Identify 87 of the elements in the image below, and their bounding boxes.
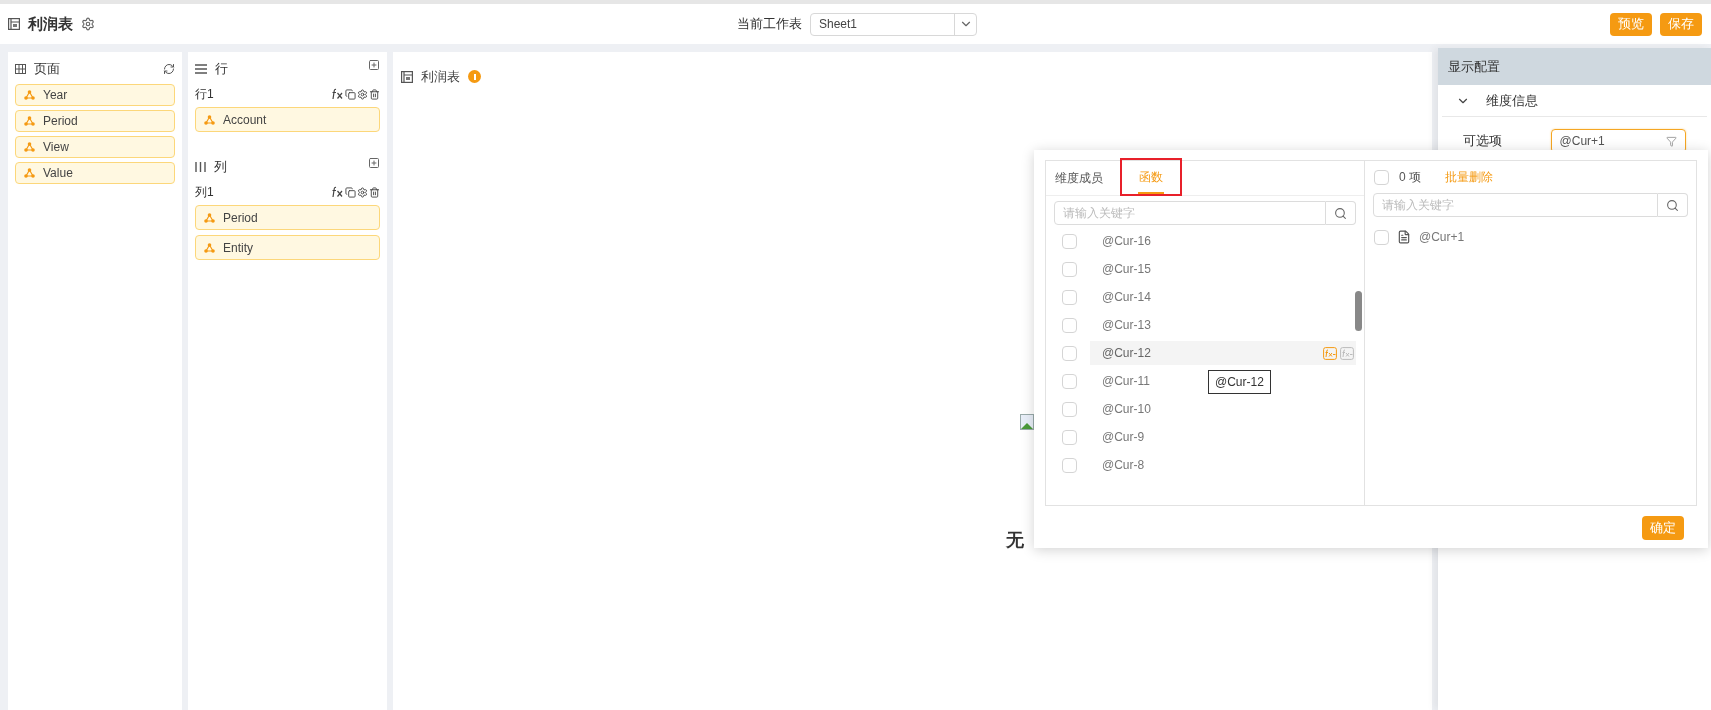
list-icon <box>195 64 207 74</box>
search-button[interactable] <box>1326 201 1356 225</box>
document-icon <box>1397 230 1411 244</box>
section-header[interactable]: 维度信息 <box>1442 85 1707 117</box>
dimension-chip[interactable]: Period <box>195 205 380 230</box>
search-button[interactable] <box>1658 193 1688 217</box>
panel-title: 页面 <box>34 60 60 79</box>
hierarchy-icon <box>204 114 215 125</box>
selected-count: 0 项 <box>1399 169 1421 186</box>
checkbox[interactable] <box>1062 373 1077 389</box>
member-label[interactable]: @Cur-15 <box>1102 260 1151 278</box>
selected-item[interactable]: @Cur+1 <box>1419 228 1465 246</box>
dimension-chip[interactable]: Period <box>15 110 175 132</box>
add-icon[interactable] <box>368 59 380 71</box>
report-heading: 利润表 <box>421 68 460 86</box>
member-label[interactable]: @Cur-16 <box>1102 232 1151 250</box>
refresh-icon[interactable] <box>163 63 175 75</box>
copy-icon[interactable] <box>345 88 356 100</box>
checkbox[interactable] <box>1374 169 1389 185</box>
dimension-chip[interactable]: Value <box>15 162 175 184</box>
chip-label: Year <box>43 87 68 104</box>
settings-icon[interactable] <box>81 17 95 31</box>
picker-tab[interactable]: 维度成员 <box>1054 169 1104 195</box>
chip-label: Account <box>223 111 267 129</box>
sheet-select[interactable]: Sheet1 <box>810 12 977 36</box>
message-text: 无 <box>1006 528 1025 552</box>
copy-icon[interactable] <box>345 186 356 198</box>
dimension-chip[interactable]: Entity <box>195 235 380 260</box>
dimension-chip[interactable]: Year <box>15 84 175 106</box>
member-label[interactable]: @Cur-11 <box>1102 372 1150 390</box>
chip-label: Value <box>43 165 73 182</box>
function-icon[interactable] <box>331 88 344 100</box>
checkbox[interactable] <box>1062 429 1077 445</box>
field-label: 可选项 <box>1463 132 1503 151</box>
report-icon <box>401 70 413 83</box>
grid-icon <box>15 64 26 74</box>
dimension-chip[interactable]: Account <box>195 107 380 132</box>
broken-image-icon <box>1020 413 1034 430</box>
member-label[interactable]: @Cur-13 <box>1102 316 1151 334</box>
checkbox[interactable] <box>1062 317 1077 333</box>
checkbox[interactable] <box>1062 261 1077 277</box>
columns-icon <box>195 162 206 172</box>
sheet-label: 当前工作表 <box>737 15 802 34</box>
section-title: 行 <box>215 60 228 79</box>
hierarchy-icon <box>204 242 215 253</box>
hierarchy-icon <box>24 142 35 152</box>
chip-label: Period <box>223 209 258 227</box>
checkbox[interactable] <box>1062 401 1077 417</box>
member-label[interactable]: @Cur-8 <box>1102 456 1145 474</box>
group-label: 列1 <box>195 184 214 201</box>
search-icon[interactable] <box>1334 206 1347 220</box>
section-title: 列 <box>214 158 227 177</box>
search-field[interactable]: 请输入关键字 <box>1054 201 1326 225</box>
checkbox[interactable] <box>1062 233 1077 249</box>
checkbox[interactable] <box>1374 229 1389 245</box>
config-title: 显示配置 <box>1448 57 1500 76</box>
settings-icon[interactable] <box>357 186 368 198</box>
delete-icon[interactable] <box>369 186 380 198</box>
info-icon[interactable] <box>468 70 481 84</box>
filter-icon[interactable] <box>1666 135 1677 147</box>
chip-label: View <box>43 139 69 156</box>
scrollbar-thumb[interactable] <box>1355 291 1362 331</box>
search-icon[interactable] <box>1666 198 1679 212</box>
member-label[interactable]: @Cur-9 <box>1102 428 1145 446</box>
member-label[interactable]: @Cur-12 <box>1102 344 1151 362</box>
hierarchy-icon <box>24 116 35 126</box>
tooltip: @Cur-12 <box>1208 370 1271 394</box>
add-function-icon[interactable] <box>1323 346 1337 360</box>
chip-label: Entity <box>223 239 253 257</box>
checkbox[interactable] <box>1062 289 1077 305</box>
delete-icon[interactable] <box>369 88 380 100</box>
report-icon <box>8 18 20 30</box>
group-label: 行1 <box>195 86 214 103</box>
member-label[interactable]: @Cur-10 <box>1102 400 1151 418</box>
function-icon[interactable] <box>331 186 344 198</box>
checkbox[interactable] <box>1062 345 1077 361</box>
hierarchy-icon <box>24 168 35 178</box>
report-title: 利润表 <box>28 13 73 34</box>
hierarchy-icon <box>204 212 215 223</box>
member-label[interactable]: @Cur-14 <box>1102 288 1151 306</box>
settings-icon[interactable] <box>357 88 368 100</box>
hierarchy-icon <box>24 90 35 100</box>
add-icon[interactable] <box>368 157 380 169</box>
chip-label: Period <box>43 113 78 130</box>
search-field[interactable]: 请输入关键字 <box>1373 193 1658 217</box>
dimension-chip[interactable]: View <box>15 136 175 158</box>
checkbox[interactable] <box>1062 457 1077 473</box>
